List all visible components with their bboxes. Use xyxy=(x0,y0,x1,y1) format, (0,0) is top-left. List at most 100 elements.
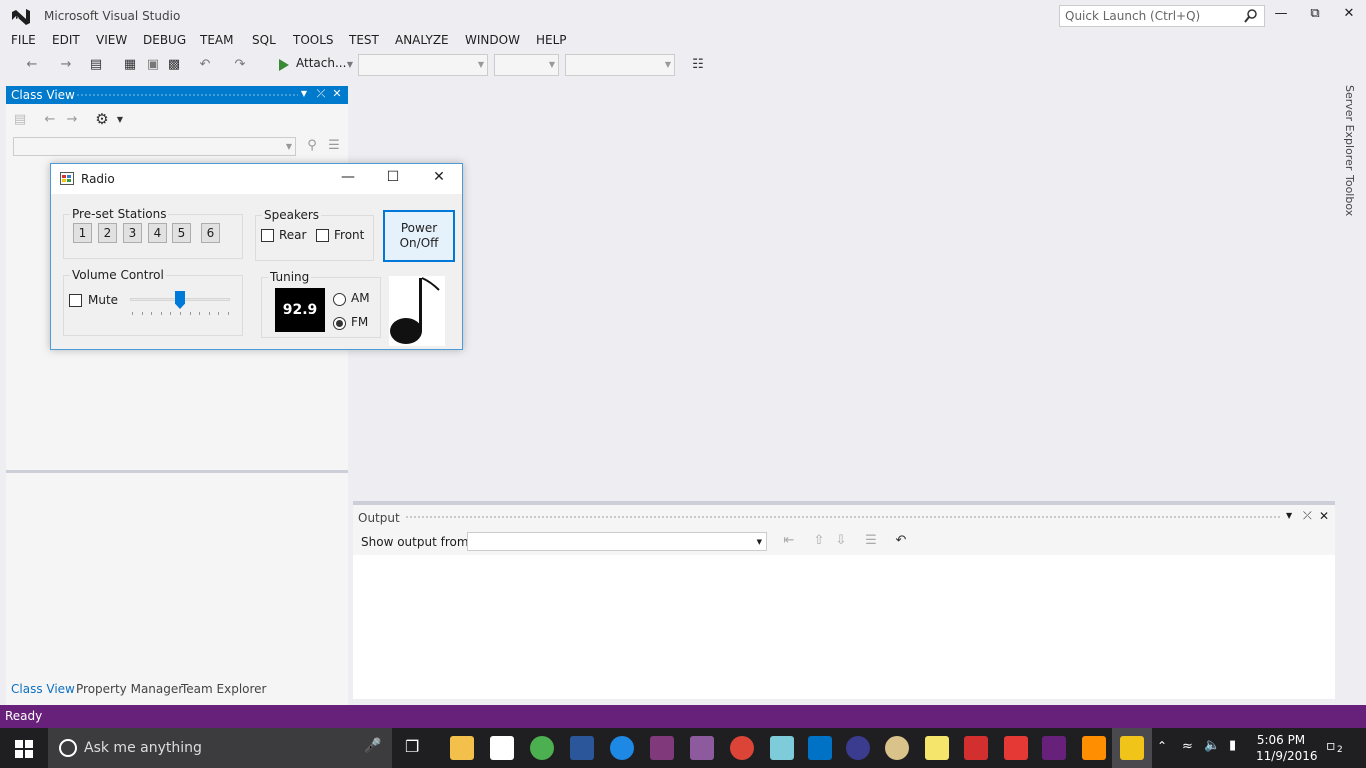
outlook-icon[interactable] xyxy=(808,736,832,760)
chrome-icon[interactable] xyxy=(730,736,754,760)
notepad-app-icon[interactable] xyxy=(770,736,794,760)
solution-config-select[interactable]: ▼ xyxy=(358,54,488,76)
eclipse-icon[interactable] xyxy=(846,736,870,760)
menu-tools[interactable]: TOOLS xyxy=(293,33,334,47)
menu-test[interactable]: TEST xyxy=(349,33,379,47)
front-speaker-checkbox[interactable] xyxy=(316,229,329,242)
restore-button[interactable]: ⧉ xyxy=(1302,6,1328,26)
sticky-notes-icon[interactable] xyxy=(925,736,949,760)
panel-close-icon[interactable]: ✕ xyxy=(1319,509,1329,523)
redo-icon[interactable]: ↷ xyxy=(232,57,248,73)
minimize-button[interactable]: — xyxy=(1268,6,1294,26)
side-tab-toolbox[interactable]: Toolbox xyxy=(1343,175,1356,216)
preset-button-2[interactable]: 2 xyxy=(98,223,117,243)
preset-button-6[interactable]: 6 xyxy=(201,223,220,243)
microphone-icon[interactable]: 🎤 xyxy=(364,738,381,754)
preset-button-4[interactable]: 4 xyxy=(148,223,167,243)
preset-button-1[interactable]: 1 xyxy=(73,223,92,243)
settings-dropdown-icon[interactable]: ▼ xyxy=(112,112,128,128)
search-dropdown-icon[interactable]: ▼ xyxy=(286,142,292,151)
rear-speaker-checkbox[interactable] xyxy=(261,229,274,242)
preset-button-5[interactable]: 5 xyxy=(172,223,191,243)
close-button[interactable]: ✕ xyxy=(429,169,449,189)
panel-grip[interactable] xyxy=(76,93,298,98)
output-source-select[interactable]: ▼ xyxy=(467,532,767,551)
preset-button-3[interactable]: 3 xyxy=(123,223,142,243)
clear-search-icon[interactable]: ☰ xyxy=(326,138,342,154)
clear-all-icon[interactable]: ☰ xyxy=(863,533,879,549)
forward-icon[interactable]: → xyxy=(64,112,80,128)
file-explorer-icon[interactable] xyxy=(450,736,474,760)
acrobat-icon[interactable] xyxy=(964,736,988,760)
new-folder-icon[interactable]: ▤ xyxy=(12,112,28,128)
archive-app-icon[interactable] xyxy=(1004,736,1028,760)
save-all-icon[interactable]: ▩ xyxy=(166,57,182,73)
next-message-icon[interactable]: ⇩ xyxy=(833,533,849,549)
find-in-files-icon[interactable]: ☷ xyxy=(690,57,706,73)
menu-sql[interactable]: SQL xyxy=(252,33,276,47)
quick-launch-input[interactable]: Quick Launch (Ctrl+Q) xyxy=(1059,5,1265,27)
open-file-icon[interactable]: ▦ xyxy=(122,57,138,73)
panel-grip[interactable] xyxy=(405,515,1280,520)
side-tab-server-explorer[interactable]: Server Explorer xyxy=(1343,85,1356,170)
attach-button[interactable]: Attach... xyxy=(296,56,346,70)
volume-icon[interactable]: 🔈 xyxy=(1204,738,1220,753)
start-debugging-icon[interactable] xyxy=(279,59,289,71)
forward-icon[interactable]: → xyxy=(58,57,74,73)
platform-select[interactable]: ▼ xyxy=(494,54,559,76)
volume-slider-thumb[interactable] xyxy=(175,291,185,309)
prev-message-icon[interactable]: ⇧ xyxy=(811,533,827,549)
menu-debug[interactable]: DEBUG xyxy=(143,33,186,47)
power-button[interactable]: Power On/Off xyxy=(383,210,455,262)
menu-file[interactable]: FILE xyxy=(11,33,36,47)
onenote-icon[interactable] xyxy=(650,736,674,760)
tab-property-manager[interactable]: Property Manager xyxy=(76,682,183,696)
class-view-search-input[interactable]: ▼ xyxy=(13,137,296,156)
fm-radio[interactable] xyxy=(333,317,346,330)
word-icon[interactable] xyxy=(570,736,594,760)
menu-team[interactable]: TEAM xyxy=(200,33,233,47)
pin-icon[interactable]: ⤫ xyxy=(1303,509,1312,523)
undo-icon[interactable]: ↶ xyxy=(197,57,213,73)
store-icon[interactable] xyxy=(490,736,514,760)
windows-start-icon[interactable] xyxy=(15,740,33,758)
tab-class-view[interactable]: Class View xyxy=(11,682,75,696)
task-view-icon[interactable]: ❐ xyxy=(405,737,419,756)
avast-icon[interactable] xyxy=(1082,736,1106,760)
panel-splitter[interactable] xyxy=(6,470,348,473)
pin-icon[interactable]: ⤫ xyxy=(314,87,328,103)
close-button[interactable]: ✕ xyxy=(1336,6,1362,26)
word-wrap-icon[interactable]: ↶ xyxy=(893,533,909,549)
search-icon[interactable]: ⚲ xyxy=(304,138,320,154)
attach-dropdown-icon[interactable]: ▼ xyxy=(342,57,358,73)
panel-menu-icon[interactable]: ▼ xyxy=(1286,511,1292,520)
taskbar-search-box[interactable]: Ask me anything 🎤 xyxy=(48,728,392,768)
taskbar-clock[interactable]: 5:06 PM 11/9/2016 xyxy=(1256,732,1318,764)
mute-checkbox[interactable] xyxy=(69,294,82,307)
panel-close-icon[interactable]: ✕ xyxy=(330,87,344,103)
am-radio[interactable] xyxy=(333,293,346,306)
menu-view[interactable]: VIEW xyxy=(96,33,127,47)
panel-menu-icon[interactable]: ▼ xyxy=(297,89,311,105)
tab-team-explorer[interactable]: Team Explorer xyxy=(181,682,267,696)
battery-icon[interactable]: ▮ xyxy=(1229,738,1236,753)
radio-app-taskbar-button[interactable] xyxy=(1112,728,1152,768)
action-center-icon[interactable]: ▫ xyxy=(1326,738,1336,754)
edge-icon[interactable] xyxy=(610,736,634,760)
visual-studio-taskbar-icon[interactable] xyxy=(1042,736,1066,760)
menu-help[interactable]: HELP xyxy=(536,33,567,47)
back-icon[interactable]: ← xyxy=(42,112,58,128)
menu-window[interactable]: WINDOW xyxy=(465,33,520,47)
back-icon[interactable]: ← xyxy=(24,57,40,73)
startup-item-select[interactable]: ▼ xyxy=(565,54,675,76)
maximize-button[interactable]: ☐ xyxy=(383,169,403,189)
show-hidden-icons-icon[interactable]: ⌃ xyxy=(1157,739,1167,753)
globe-app-icon[interactable] xyxy=(530,736,554,760)
menu-analyze[interactable]: ANALYZE xyxy=(395,33,449,47)
wifi-icon[interactable]: ≈ xyxy=(1182,739,1193,754)
settings-gear-icon[interactable]: ⚙ xyxy=(94,111,110,127)
go-to-error-icon[interactable]: ⇤ xyxy=(781,533,797,549)
minimize-button[interactable]: — xyxy=(338,169,358,189)
menu-edit[interactable]: EDIT xyxy=(52,33,80,47)
save-icon[interactable]: ▣ xyxy=(145,57,161,73)
